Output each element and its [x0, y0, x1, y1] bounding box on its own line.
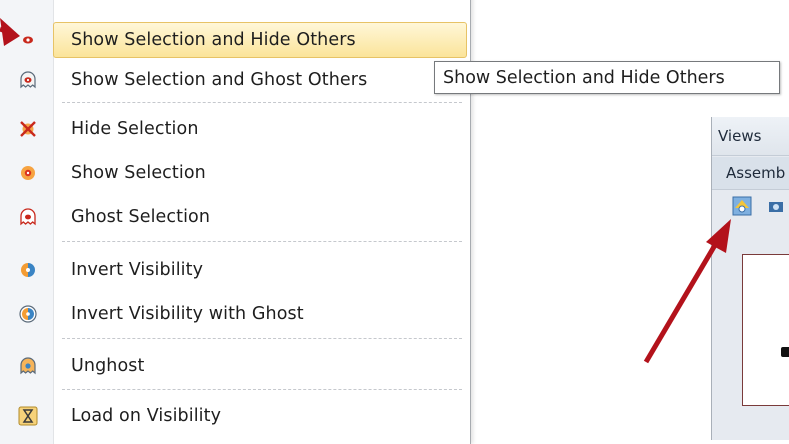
- menu-item-unghost[interactable]: Unghost: [0, 347, 470, 385]
- invert-visibility-icon: [21, 263, 35, 277]
- ghost-selection-icon: [20, 208, 36, 226]
- menu-item-label: Ghost Selection: [71, 207, 211, 227]
- show-selection-hide-others-icon: [23, 36, 33, 44]
- menu-item-invert-visibility-with-ghost[interactable]: Invert Visibility with Ghost: [0, 295, 470, 333]
- show-selection-ghost-others-icon: [20, 71, 36, 89]
- menu-separator: [62, 389, 462, 390]
- menu-item-label: Show Selection: [71, 163, 206, 183]
- tab-label: Assemb: [726, 164, 786, 182]
- menu-item-label: Show Selection and Hide Others: [71, 30, 356, 50]
- menu-item-show-selection-hide-others[interactable]: Show Selection and Hide Others: [0, 21, 470, 59]
- menu-item-show-selection-ghost-others[interactable]: Show Selection and Ghost Others: [0, 61, 470, 99]
- invert-visibility-ghost-icon: [19, 305, 37, 323]
- menu-separator: [62, 241, 462, 242]
- menu-item-ghost-selection[interactable]: Ghost Selection: [0, 198, 470, 236]
- tab-assembly[interactable]: Assemb: [712, 157, 789, 190]
- views-panel-header: Views: [712, 117, 789, 156]
- tooltip: Show Selection and Hide Others: [434, 61, 780, 94]
- assembly-viewport[interactable]: [742, 254, 789, 406]
- unghost-icon: [20, 357, 36, 375]
- menu-item-label: Unghost: [71, 356, 145, 376]
- views-toolbar: [712, 191, 789, 221]
- menu-item-label: Hide Selection: [71, 119, 199, 139]
- menu-item-load-on-visibility[interactable]: Load on Visibility: [0, 397, 470, 435]
- menu-item-invert-visibility[interactable]: Invert Visibility: [0, 251, 470, 289]
- menu-separator: [62, 102, 462, 103]
- show-selection-icon: [21, 166, 35, 180]
- menu-item-hide-selection[interactable]: Hide Selection: [0, 110, 470, 148]
- hide-selection-icon: [20, 121, 36, 137]
- views-panel-title: Views: [718, 127, 762, 145]
- model-part: [781, 347, 789, 357]
- menu-item-label: Invert Visibility with Ghost: [71, 304, 304, 324]
- context-menu: Show Selection and Hide Others Show Sele…: [0, 0, 471, 444]
- load-on-visibility-icon: [18, 406, 38, 426]
- views-panel: Views Assemb: [711, 117, 789, 440]
- camera-view-icon[interactable]: [767, 198, 789, 216]
- menu-item-label: Show Selection and Ghost Others: [71, 70, 368, 90]
- menu-item-show-selection[interactable]: Show Selection: [0, 154, 470, 192]
- tooltip-text: Show Selection and Hide Others: [443, 67, 725, 88]
- show-selection-hide-others-toolbar-icon[interactable]: [732, 196, 752, 216]
- menu-item-label: Invert Visibility: [71, 260, 204, 280]
- menu-item-label: Load on Visibility: [71, 406, 222, 426]
- menu-separator: [62, 338, 462, 339]
